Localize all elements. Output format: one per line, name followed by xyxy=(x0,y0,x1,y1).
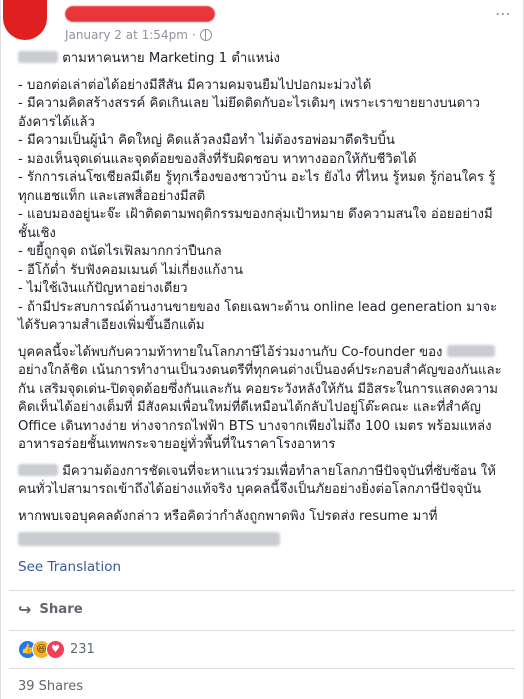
post-body: ตามหาคนหาย Marketing 1 ตำแหน่ง - บอกต่อเ… xyxy=(18,50,508,546)
post-card: January 2 at 1:54pm · ⋯ ตามหาคนหาย Marke… xyxy=(0,0,524,699)
reaction-count[interactable]: 231 xyxy=(70,642,95,657)
globe-icon xyxy=(199,29,212,41)
bullet-item: - แอบมองอยู่นะจ๊ะ เฝ้าติดตามพฤติกรรมของก… xyxy=(18,207,493,241)
shares-count[interactable]: 39 Shares xyxy=(18,679,83,694)
bullet-item: - ถ้ามีประสบการณ์ด้านงานขายของ โดยเฉพาะด… xyxy=(18,299,498,334)
author-name-redacted[interactable] xyxy=(65,6,215,22)
reactions-summary[interactable]: 👍 😆 ♥ 231 xyxy=(18,640,95,659)
bullet-item: - รักการเล่นโซเชียลมีเดีย รู้ทุกเรื่องขอ… xyxy=(18,170,496,204)
redacted-text xyxy=(18,463,58,476)
see-translation-link[interactable]: See Translation xyxy=(18,559,121,575)
more-options-icon[interactable]: ⋯ xyxy=(493,6,513,22)
redacted-text xyxy=(18,51,58,63)
divider xyxy=(9,630,515,631)
author-avatar[interactable] xyxy=(3,0,47,40)
redacted-text xyxy=(446,344,495,357)
bullet-item: - มองเห็นจุดเด่นและจุดด้อยของสิ่งที่รับผ… xyxy=(18,151,417,167)
bullet-item: - มีความคิดสร้างสรรค์ คิดเกินเลย ไม่ยึดต… xyxy=(18,96,481,130)
share-button[interactable]: ↪ Share xyxy=(18,600,83,619)
paragraph-2: มีความต้องการชัดเจนที่จะหาแนวร่วมเพื่อทำ… xyxy=(18,463,508,500)
bullet-item: - ขยี้ถูกจุด ถนัดไรเฟิลมากกว่าปืนกล xyxy=(18,244,222,259)
share-label: Share xyxy=(39,602,83,617)
bullet-item: - อีโก้ต่ำ รับฟังคอมเมนต์ ไม่เกี่ยงแก้งา… xyxy=(18,262,244,278)
separator: · xyxy=(191,28,196,42)
redacted-email xyxy=(18,532,280,546)
divider xyxy=(9,668,515,669)
divider xyxy=(9,590,515,591)
love-reaction-icon: ♥ xyxy=(46,640,65,659)
paragraph-3: หากพบเจอบุคคลดังกล่าว หรือคิดว่ากำลังถูก… xyxy=(18,508,438,524)
post-meta: January 2 at 1:54pm · xyxy=(65,28,212,42)
bullet-item: - ไม่ใช้เงินแก้ปัญหาอย่างเดียว xyxy=(18,281,188,296)
paragraph-1-part-a: บุคคลนี้จะได้พบกับความท้าทายในโลกภาษีไอ้… xyxy=(18,344,443,360)
share-icon: ↪ xyxy=(18,600,32,619)
post-intro: ตามหาคนหาย Marketing 1 ตำแหน่ง xyxy=(18,50,508,69)
paragraph-1: บุคคลนี้จะได้พบกับความท้าทายในโลกภาษีไอ้… xyxy=(18,344,508,455)
bullet-item: - บอกต่อเล่าต่อได้อย่างมีสีสัน มีความคมจ… xyxy=(18,77,372,93)
paragraph-2-text: มีความต้องการชัดเจนที่จะหาแนวร่วมเพื่อทำ… xyxy=(18,463,496,498)
intro-text: ตามหาคนหาย Marketing 1 ตำแหน่ง xyxy=(62,51,280,66)
post-timestamp[interactable]: January 2 at 1:54pm xyxy=(65,28,188,42)
bullet-item: - มีความเป็นผู้นำ คิดใหญ่ คิดแล้วลงมือทำ… xyxy=(18,133,395,148)
paragraph-1-part-b: อย่างใกล้ชิด เน้นการทำงานเป็นวงดนตรีที่ท… xyxy=(18,363,502,452)
